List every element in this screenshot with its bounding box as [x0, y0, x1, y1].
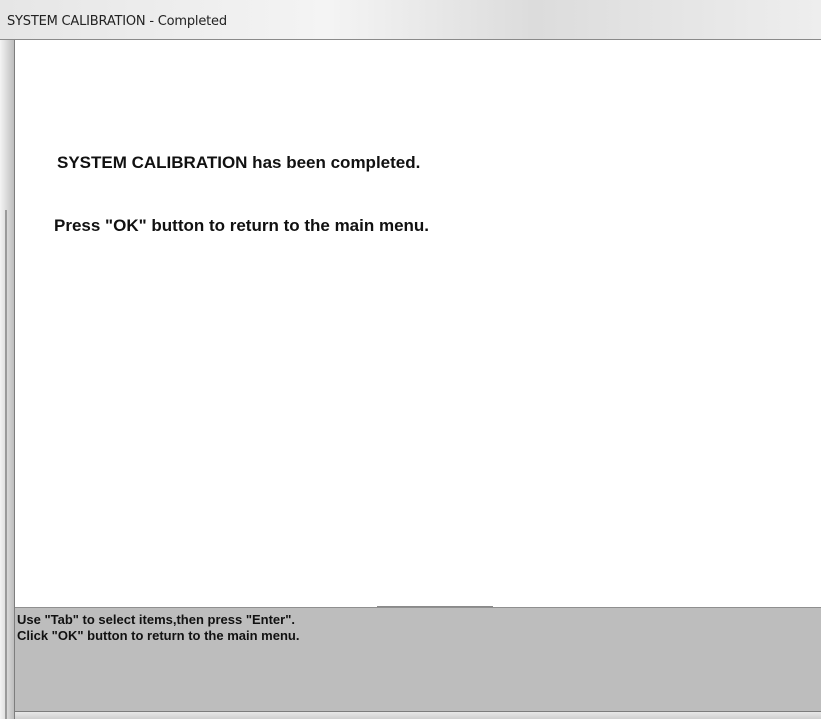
completion-message: SYSTEM CALIBRATION has been completed. P…: [54, 110, 430, 278]
completion-message-line2: Press "OK" button to return to the main …: [54, 216, 430, 235]
status-help-line1: Use "Tab" to select items,then press "En…: [17, 612, 295, 627]
status-help-text: Use "Tab" to select items,then press "En…: [17, 612, 299, 644]
title-bar[interactable]: SYSTEM CALIBRATION - Completed: [0, 0, 821, 40]
window-title: SYSTEM CALIBRATION - Completed: [7, 14, 227, 29]
completion-message-line1: SYSTEM CALIBRATION has been completed.: [57, 153, 421, 172]
bottom-window-frame: [15, 711, 821, 719]
status-help-line2: Click "OK" button to return to the main …: [17, 628, 300, 643]
status-help-panel: Use "Tab" to select items,then press "En…: [15, 607, 821, 711]
dialog-content: SYSTEM CALIBRATION has been completed. P…: [15, 40, 821, 641]
calibration-window: SYSTEM CALIBRATION - Completed SYSTEM CA…: [0, 0, 821, 719]
left-window-frame: [0, 40, 15, 719]
frame-divider: [5, 210, 7, 719]
